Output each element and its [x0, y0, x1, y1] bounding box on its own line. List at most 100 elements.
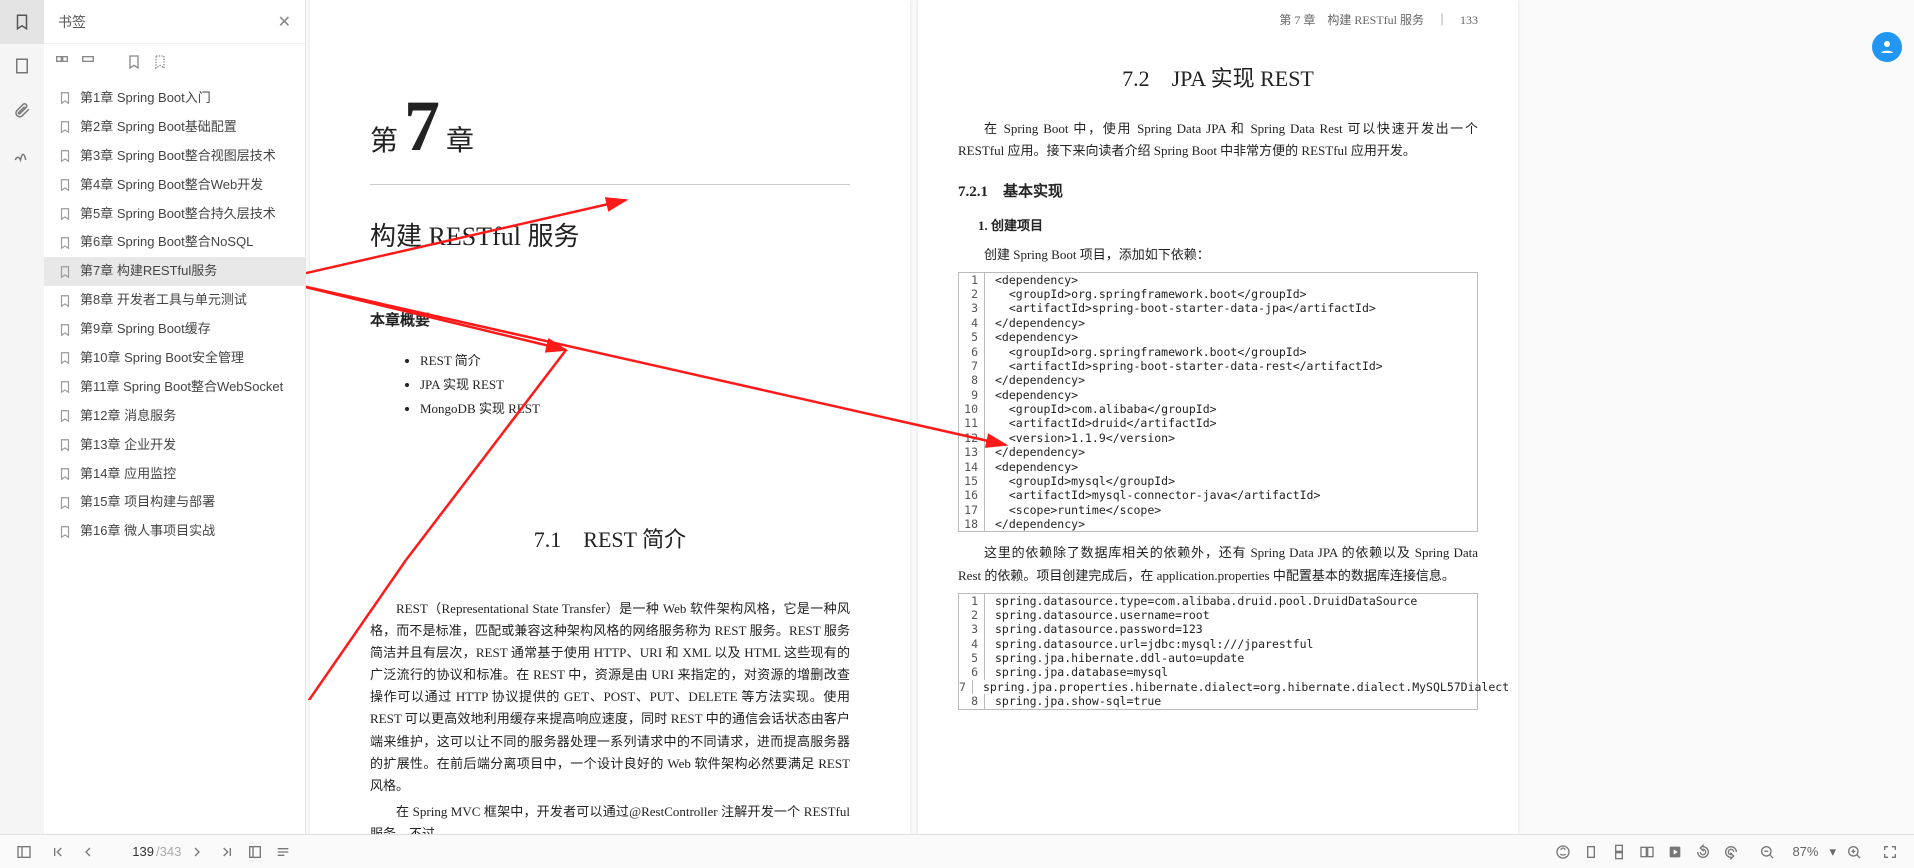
- chapter-prefix: 第: [370, 118, 398, 166]
- expand-all-icon[interactable]: [54, 54, 70, 70]
- chapter-title: 构建 RESTful 服务: [370, 215, 850, 259]
- bookmark-icon: [58, 120, 72, 134]
- first-page-icon[interactable]: [44, 838, 72, 866]
- bookmark-item[interactable]: 第5章 Spring Boot整合持久层技术: [44, 200, 305, 229]
- bookmark-item[interactable]: 第9章 Spring Boot缓存: [44, 315, 305, 344]
- prev-page-icon[interactable]: [74, 838, 102, 866]
- page-total: /343: [156, 844, 181, 859]
- single-page-icon[interactable]: [1577, 838, 1605, 866]
- paragraph: 这里的依赖除了数据库相关的依赖外，还有 Spring Data JPA 的依赖以…: [958, 542, 1478, 586]
- bookmark-icon: [58, 409, 72, 423]
- toggle-sidebar-icon[interactable]: [10, 838, 38, 866]
- code-block-properties: 1spring.datasource.type=com.alibaba.drui…: [958, 593, 1478, 710]
- page-number-input[interactable]: [104, 844, 154, 859]
- zoom-dropdown-icon[interactable]: ▾: [1829, 844, 1836, 860]
- bookmark-icon: [58, 496, 72, 510]
- bookmark-item[interactable]: 第4章 Spring Boot整合Web开发: [44, 171, 305, 200]
- bookmark-list: 第1章 Spring Boot入门第2章 Spring Boot基础配置第3章 …: [44, 80, 305, 834]
- fullscreen-icon[interactable]: [1876, 838, 1904, 866]
- add-bookmark-icon[interactable]: [126, 54, 142, 70]
- status-bar: /343 87% ▾: [0, 834, 1914, 868]
- paragraph: 在 Spring MVC 框架中，开发者可以通过@RestController …: [370, 801, 850, 834]
- bookmark-item[interactable]: 第6章 Spring Boot整合NoSQL: [44, 228, 305, 257]
- page-header: 第 7 章 构建 RESTful 服务 ｜ 133: [958, 10, 1478, 30]
- reflow-icon[interactable]: [269, 838, 297, 866]
- gist-bullets: REST 简介JPA 实现 RESTMongoDB 实现 REST: [420, 350, 850, 420]
- chapter-suffix: 章: [446, 118, 474, 166]
- zoom-out-icon[interactable]: [1753, 838, 1781, 866]
- bookmarks-tab-icon[interactable]: [0, 0, 44, 44]
- bookmark-item[interactable]: 第12章 消息服务: [44, 402, 305, 431]
- close-icon[interactable]: ✕: [278, 12, 291, 32]
- signatures-tab-icon[interactable]: [0, 132, 44, 176]
- section-7-2-title: 7.2 JPA 实现 REST: [958, 60, 1478, 97]
- page-left: 第 7 章 构建 RESTful 服务 本章概要 REST 简介JPA 实现 R…: [310, 0, 910, 834]
- rotate-ccw-icon[interactable]: [1689, 838, 1717, 866]
- bookmark-label: 第1章 Spring Boot入门: [80, 90, 211, 107]
- bookmark-item[interactable]: 第3章 Spring Boot整合视图层技术: [44, 142, 305, 171]
- bookmark-label: 第5章 Spring Boot整合持久层技术: [80, 206, 276, 223]
- section-7-2-1-title: 7.2.1 基本实现: [958, 180, 1478, 206]
- bookmark-item[interactable]: 第13章 企业开发: [44, 431, 305, 460]
- collapse-all-icon[interactable]: [80, 54, 96, 70]
- bookmark-label: 第11章 Spring Boot整合WebSocket: [80, 379, 283, 396]
- bookmark-item[interactable]: 第11章 Spring Boot整合WebSocket: [44, 373, 305, 402]
- rotate-cw-icon[interactable]: [1717, 838, 1745, 866]
- paragraph: 在 Spring Boot 中，使用 Spring Data JPA 和 Spr…: [958, 118, 1478, 162]
- next-page-icon[interactable]: [183, 838, 211, 866]
- attachments-tab-icon[interactable]: [0, 88, 44, 132]
- last-page-icon[interactable]: [213, 838, 241, 866]
- user-avatar[interactable]: [1872, 32, 1902, 62]
- continuous-icon[interactable]: [1605, 838, 1633, 866]
- bookmark-label: 第6章 Spring Boot整合NoSQL: [80, 234, 253, 251]
- bookmark-item[interactable]: 第14章 应用监控: [44, 460, 305, 489]
- bookmark-item[interactable]: 第8章 开发者工具与单元测试: [44, 286, 305, 315]
- list-item: MongoDB 实现 REST: [420, 398, 850, 420]
- bookmark-icon: [58, 265, 72, 279]
- bookmark-item[interactable]: 第15章 项目构建与部署: [44, 488, 305, 517]
- pages-tab-icon[interactable]: [0, 44, 44, 88]
- bookmark-icon: [58, 525, 72, 539]
- bookmark-icon: [58, 380, 72, 394]
- bookmark-label: 第12章 消息服务: [80, 408, 176, 425]
- list-item: REST 简介: [420, 350, 850, 372]
- bookmark-item[interactable]: 第7章 构建RESTful服务: [44, 257, 305, 286]
- bookmark-item[interactable]: 第16章 微人事项目实战: [44, 517, 305, 546]
- bookmark-label: 第10章 Spring Boot安全管理: [80, 350, 244, 367]
- zoom-value: 87%: [1785, 844, 1825, 859]
- bookmark-outline-icon[interactable]: [152, 54, 168, 70]
- step-heading: 1. 创建项目: [978, 215, 1478, 237]
- list-item: JPA 实现 REST: [420, 374, 850, 396]
- chapter-number: 7: [404, 90, 440, 162]
- bookmark-icon: [58, 438, 72, 452]
- bookmark-label: 第7章 构建RESTful服务: [80, 263, 217, 280]
- section-7-1-title: 7.1 REST 简介: [370, 521, 850, 558]
- page-right: 第 7 章 构建 RESTful 服务 ｜ 133 7.2 JPA 实现 RES…: [918, 0, 1518, 834]
- bookmark-icon: [58, 351, 72, 365]
- bookmark-label: 第3章 Spring Boot整合视图层技术: [80, 148, 276, 165]
- bookmark-icon: [58, 236, 72, 250]
- bookmark-label: 第2章 Spring Boot基础配置: [80, 119, 237, 136]
- bookmark-label: 第14章 应用监控: [80, 466, 176, 483]
- bookmark-label: 第9章 Spring Boot缓存: [80, 321, 211, 338]
- bookmark-item[interactable]: 第1章 Spring Boot入门: [44, 84, 305, 113]
- code-block-dependencies: 1<dependency>2 <groupId>org.springframew…: [958, 272, 1478, 533]
- two-page-icon[interactable]: [1633, 838, 1661, 866]
- bookmark-toolbar: [44, 44, 305, 80]
- bookmark-label: 第13章 企业开发: [80, 437, 176, 454]
- bookmark-icon: [58, 207, 72, 221]
- document-viewer[interactable]: 第 7 章 构建 RESTful 服务 本章概要 REST 简介JPA 实现 R…: [306, 0, 1914, 834]
- bookmark-icon: [58, 323, 72, 337]
- play-icon[interactable]: [1661, 838, 1689, 866]
- gist-heading: 本章概要: [370, 309, 850, 335]
- zoom-in-icon[interactable]: [1840, 838, 1868, 866]
- left-toolbar: [0, 0, 44, 834]
- bookmark-panel: 书签 ✕ 第1章 Spring Boot入门第2章 Spring Boot基础配…: [44, 0, 306, 834]
- bookmark-item[interactable]: 第2章 Spring Boot基础配置: [44, 113, 305, 142]
- bookmark-label: 第4章 Spring Boot整合Web开发: [80, 177, 263, 194]
- fit-page-icon[interactable]: [241, 838, 269, 866]
- read-aloud-icon[interactable]: [1549, 838, 1577, 866]
- bookmark-label: 第8章 开发者工具与单元测试: [80, 292, 247, 309]
- bookmark-icon: [58, 467, 72, 481]
- bookmark-item[interactable]: 第10章 Spring Boot安全管理: [44, 344, 305, 373]
